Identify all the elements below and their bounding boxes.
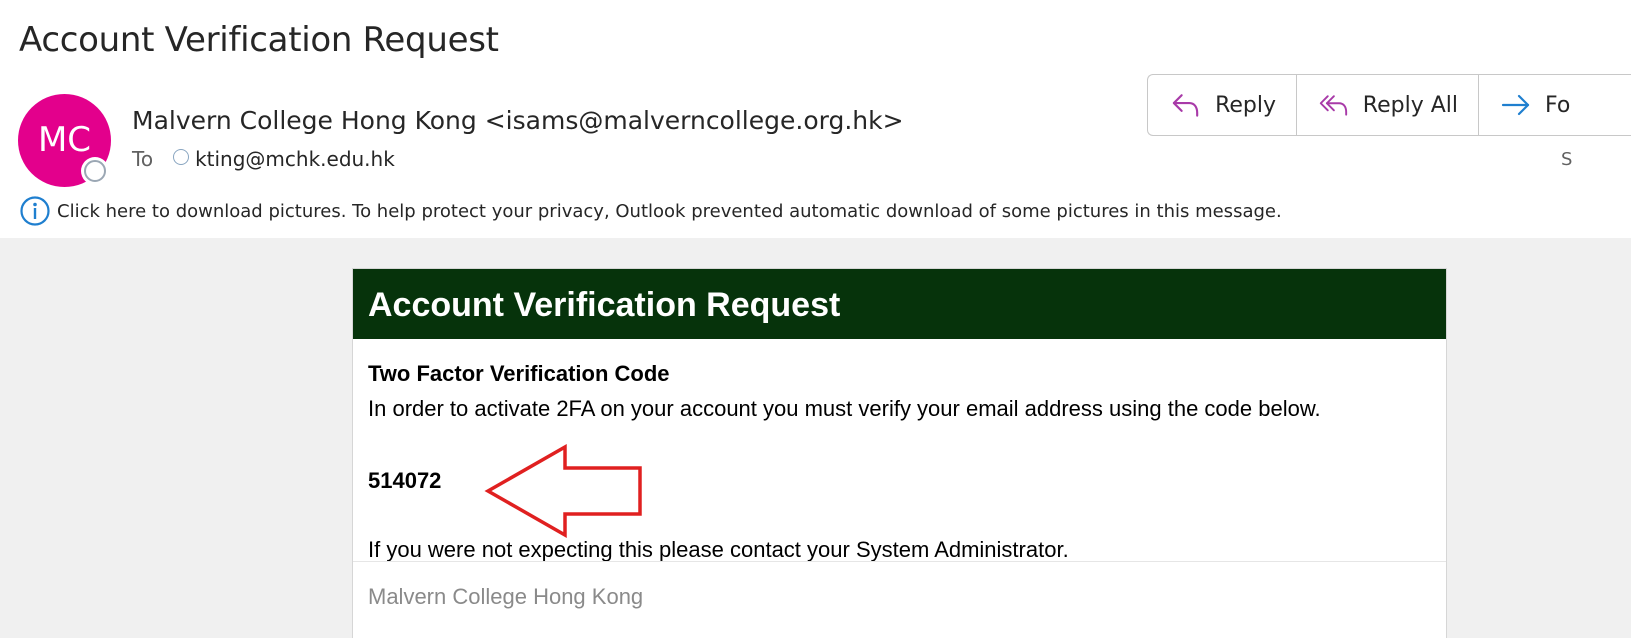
sender-name[interactable]: Malvern College Hong Kong <isams@malvern… — [132, 106, 904, 135]
presence-status-icon — [84, 160, 106, 182]
reply-button[interactable]: Reply — [1148, 75, 1297, 135]
reply-all-button[interactable]: Reply All — [1297, 75, 1479, 135]
forward-button-label: Fo — [1545, 92, 1571, 118]
email-header-banner: Account Verification Request — [353, 269, 1446, 339]
footer-organization: Malvern College Hong Kong — [368, 584, 644, 609]
message-actions-toolbar: Reply Reply All Fo — [1147, 74, 1631, 136]
reply-all-icon — [1319, 95, 1348, 116]
recipient-status-icon — [173, 149, 190, 165]
email-subject: Account Verification Request — [19, 20, 499, 60]
forward-button[interactable]: Fo — [1479, 75, 1631, 135]
verification-code-title: Two Factor Verification Code — [368, 361, 670, 386]
reply-button-label: Reply — [1215, 92, 1276, 118]
verification-instructions: In order to activate 2FA on your account… — [368, 396, 1321, 421]
download-pictures-infobar[interactable]: Click here to download pictures. To help… — [19, 195, 1282, 227]
email-reading-pane: Account Verification Request MC Malvern … — [0, 0, 1631, 638]
reply-icon — [1172, 94, 1199, 117]
message-date: S — [1561, 149, 1573, 170]
reply-all-button-label: Reply All — [1362, 92, 1458, 118]
forward-arrow-icon — [1501, 94, 1530, 116]
verification-code: 514072 — [368, 468, 442, 493]
to-label: To — [132, 147, 154, 171]
email-footer: Malvern College Hong Kong — [353, 561, 1446, 610]
recipients-line: To kting@mchk.edu.hk — [132, 147, 395, 171]
recipient-address[interactable]: kting@mchk.edu.hk — [195, 147, 395, 171]
admin-contact-note: If you were not expecting this please co… — [368, 537, 1069, 562]
red-arrow-annotation-icon — [484, 444, 642, 538]
info-icon — [20, 196, 50, 226]
infobar-text: Click here to download pictures. To help… — [57, 200, 1282, 222]
email-content: Two Factor Verification Code In order to… — [368, 361, 1431, 562]
